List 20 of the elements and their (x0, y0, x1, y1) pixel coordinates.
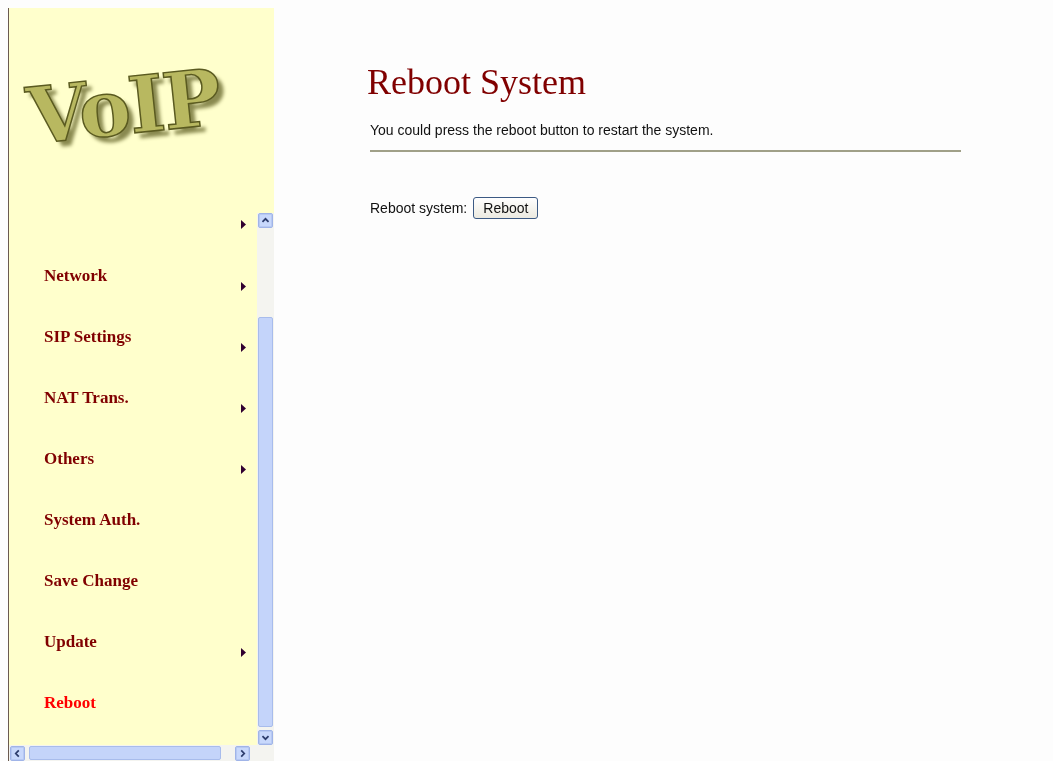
vertical-scrollbar[interactable] (257, 213, 274, 745)
page-title: Reboot System (367, 61, 587, 104)
description-text: You could press the reboot button to restart the system. (370, 122, 715, 138)
scroll-left-icon[interactable] (10, 746, 25, 761)
scroll-right-icon[interactable] (235, 746, 250, 761)
menu-link[interactable]: Update (44, 632, 97, 652)
menu-link[interactable]: Others (44, 449, 95, 469)
submenu-arrow-icon (241, 220, 246, 229)
menu-link[interactable]: System Auth. (44, 510, 141, 530)
menu-link[interactable]: Save Change (44, 571, 138, 591)
scroll-down-icon[interactable] (258, 730, 273, 745)
scroll-up-icon[interactable] (258, 213, 273, 228)
field-label: Reboot system: (370, 200, 468, 216)
reboot-button[interactable]: Reboot (473, 197, 539, 219)
horizontal-scrollbar[interactable] (9, 745, 274, 761)
menu-link[interactable]: SIP Settings (44, 327, 132, 347)
menu-link[interactable]: NAT Trans. (44, 388, 129, 408)
menu-link[interactable]: Network (44, 266, 108, 286)
menu-link[interactable]: Reboot (44, 693, 96, 713)
logo-text: VoIP (22, 50, 224, 162)
